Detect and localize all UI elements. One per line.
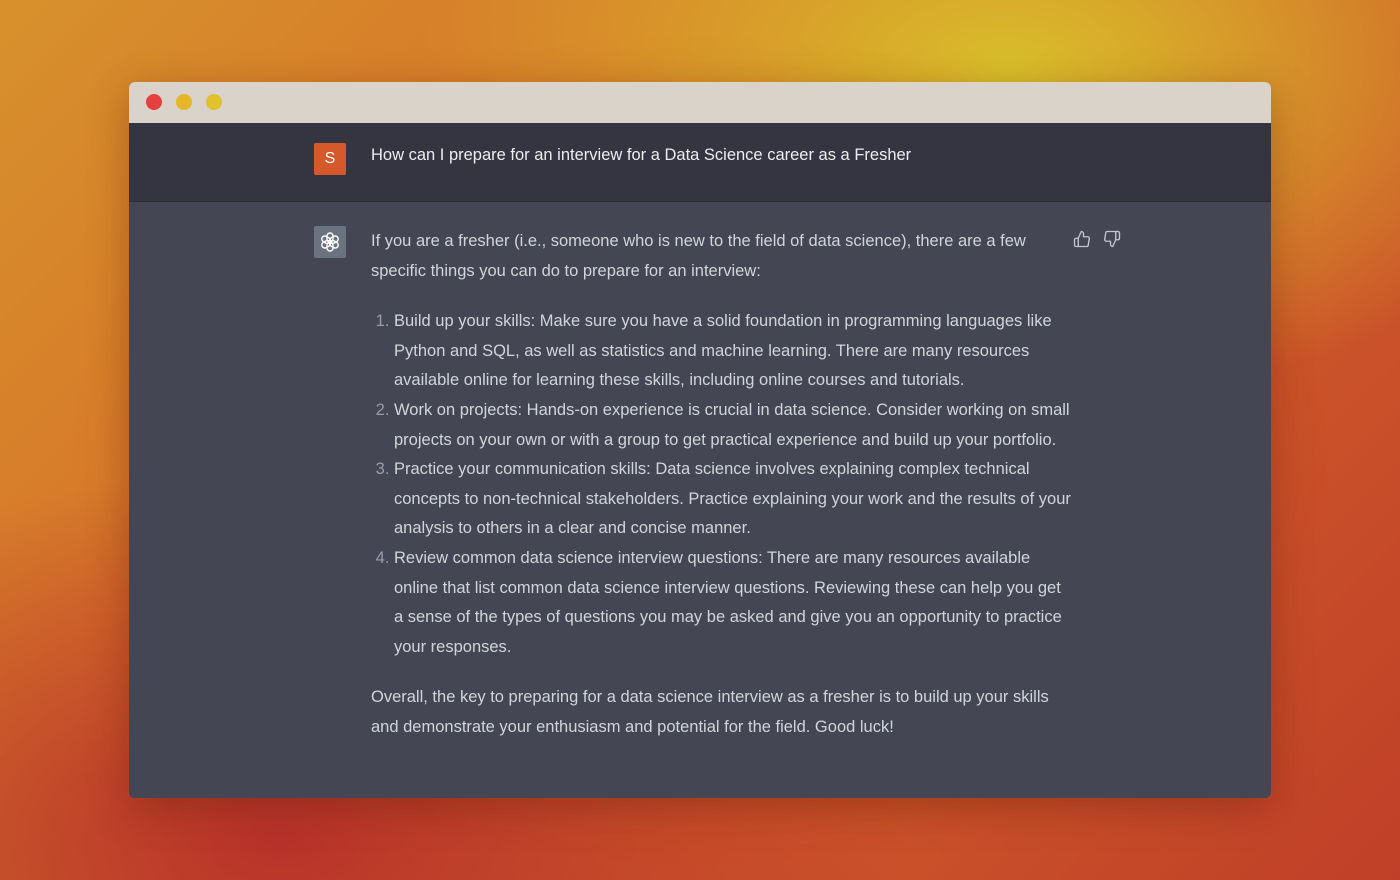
user-avatar-initial: S: [324, 150, 336, 167]
answer-list: Build up your skills: Make sure you have…: [371, 307, 1071, 662]
list-item: Review common data science interview que…: [394, 544, 1071, 662]
list-item: Build up your skills: Make sure you have…: [394, 307, 1071, 396]
user-avatar: S: [314, 143, 346, 175]
close-window-button[interactable]: [146, 94, 162, 110]
list-item: Practice your communication skills: Data…: [394, 455, 1071, 544]
thumbs-up-button[interactable]: [1073, 230, 1091, 252]
assistant-avatar: [314, 226, 346, 258]
user-message-row: S How can I prepare for an interview for…: [129, 123, 1271, 202]
answer-intro: If you are a fresher (i.e., someone who …: [371, 232, 1026, 280]
app-window: S How can I prepare for an interview for…: [129, 82, 1271, 798]
assistant-message-text: If you are a fresher (i.e., someone who …: [371, 227, 1071, 743]
thumbs-down-icon: [1104, 230, 1121, 248]
thumbs-up-icon: [1073, 230, 1090, 248]
openai-logo-icon: [321, 232, 339, 252]
window-titlebar: [129, 82, 1271, 123]
user-message-text: How can I prepare for an interview for a…: [371, 146, 912, 164]
minimize-window-button[interactable]: [176, 94, 192, 110]
maximize-window-button[interactable]: [206, 94, 222, 110]
assistant-message-row: If you are a fresher (i.e., someone who …: [129, 202, 1271, 798]
thumbs-down-button[interactable]: [1103, 230, 1121, 252]
answer-outro: Overall, the key to preparing for a data…: [371, 688, 1049, 736]
list-item: Work on projects: Hands-on experience is…: [394, 396, 1071, 455]
